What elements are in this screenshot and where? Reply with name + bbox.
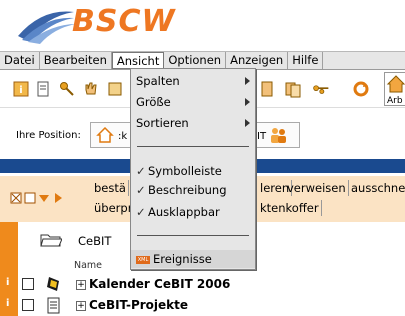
deselect-icon[interactable] xyxy=(24,192,36,204)
menu-bearbeiten[interactable]: Bearbeiten xyxy=(40,52,112,69)
menu-item-beschreibung[interactable]: ✓ Beschreibung xyxy=(131,181,255,199)
refresh-icon[interactable] xyxy=(352,80,370,98)
selection-icons xyxy=(10,192,64,204)
notepad-icon xyxy=(47,297,60,314)
action-aktenkoffer[interactable]: ktenkoffer xyxy=(258,200,322,216)
copy-icon[interactable] xyxy=(284,80,302,98)
submenu-arrow-icon xyxy=(245,119,250,127)
xml-badge-icon: XML xyxy=(136,255,150,264)
menu-datei[interactable]: Datei xyxy=(0,52,40,69)
menu-separator xyxy=(137,235,249,236)
action-ausschneiden[interactable]: ausschne xyxy=(349,180,405,196)
row-title[interactable]: Kalender CeBIT 2006 xyxy=(89,277,230,291)
select-all-icon[interactable] xyxy=(10,192,22,204)
edit-icon[interactable] xyxy=(106,80,124,98)
expand-toggle[interactable]: + xyxy=(76,301,86,311)
menu-item-label: Ereignisse xyxy=(153,252,212,266)
menu-optionen[interactable]: Optionen xyxy=(164,52,227,69)
menu-item-label: Beschreibung xyxy=(148,183,227,197)
house-icon xyxy=(386,75,405,93)
menu-item-label: Symbolleiste xyxy=(148,164,222,178)
table-row[interactable]: i + Kalender CeBIT 2006 xyxy=(0,274,405,296)
logo-text: BSCW xyxy=(72,4,176,39)
folder-title: CeBIT xyxy=(78,234,112,248)
page-icon[interactable] xyxy=(258,80,276,98)
menu-item-symbolleiste[interactable]: ✓ Symbolleiste xyxy=(131,162,255,180)
menu-ansicht[interactable]: Ansicht xyxy=(111,52,165,69)
info-icon[interactable]: i xyxy=(12,80,30,98)
position-path-right[interactable]: IT xyxy=(257,131,266,142)
row-title[interactable]: CeBIT-Projekte xyxy=(89,298,188,312)
submenu-arrow-icon xyxy=(245,98,250,106)
action-ueberpruefen[interactable]: überpr xyxy=(92,200,136,216)
svg-text:i: i xyxy=(19,85,22,96)
info-icon[interactable]: i xyxy=(6,298,9,309)
menu-anzeigen[interactable]: Anzeigen xyxy=(226,52,289,69)
menu-item-ausklappbar[interactable]: ✓ Ausklappbar xyxy=(131,203,255,221)
header: BSCW xyxy=(0,0,405,52)
menu-hilfe[interactable]: Hilfe xyxy=(288,52,324,69)
menu-item-label: Ausklappbar xyxy=(148,205,220,219)
column-header-name[interactable]: Name xyxy=(74,260,102,271)
row-checkbox[interactable] xyxy=(22,299,34,311)
expand-toggle[interactable]: + xyxy=(76,280,86,290)
row-checkbox[interactable] xyxy=(22,278,34,290)
members-icon[interactable] xyxy=(268,125,288,145)
workspace-label: Arb xyxy=(387,96,403,106)
position-path-left[interactable]: :k xyxy=(118,131,127,142)
menu-item-groesse[interactable]: Größe xyxy=(131,93,255,111)
position-label: Ihre Position: xyxy=(16,130,81,141)
menu-item-spalten[interactable]: Spalten xyxy=(131,72,255,90)
menu-item-label: Größe xyxy=(136,95,171,109)
checkmark-icon: ✓ xyxy=(136,183,146,197)
action-bestaetigen[interactable]: bestä xyxy=(92,180,129,196)
menu-item-sortieren[interactable]: Sortieren xyxy=(131,114,255,132)
triangle-right-icon[interactable] xyxy=(52,192,64,204)
info-icon[interactable]: i xyxy=(6,277,9,288)
submenu-arrow-icon xyxy=(245,77,250,85)
triangle-down-icon[interactable] xyxy=(38,192,50,204)
home-icon[interactable] xyxy=(96,126,114,144)
key-icon[interactable] xyxy=(58,80,76,98)
action-verweisen[interactable]: verweisen xyxy=(285,180,349,196)
table-row[interactable]: i + CeBIT-Projekte xyxy=(0,296,405,316)
hand-icon[interactable] xyxy=(82,80,100,98)
checkmark-icon: ✓ xyxy=(136,164,146,178)
menu-item-ereignisse[interactable]: XML Ereignisse xyxy=(131,250,255,268)
open-folder-icon xyxy=(40,234,62,247)
keys-icon[interactable] xyxy=(312,80,330,98)
menu-item-label: Sortieren xyxy=(136,116,189,130)
calendar-icon xyxy=(47,277,59,291)
menu-separator xyxy=(137,146,249,147)
ansicht-dropdown-menu: Spalten Größe Sortieren ✓ Symbolleiste ✓ B… xyxy=(130,68,256,270)
checkmark-icon: ✓ xyxy=(136,205,146,219)
menu-item-label: Spalten xyxy=(136,74,180,88)
document-icon[interactable] xyxy=(34,80,52,98)
